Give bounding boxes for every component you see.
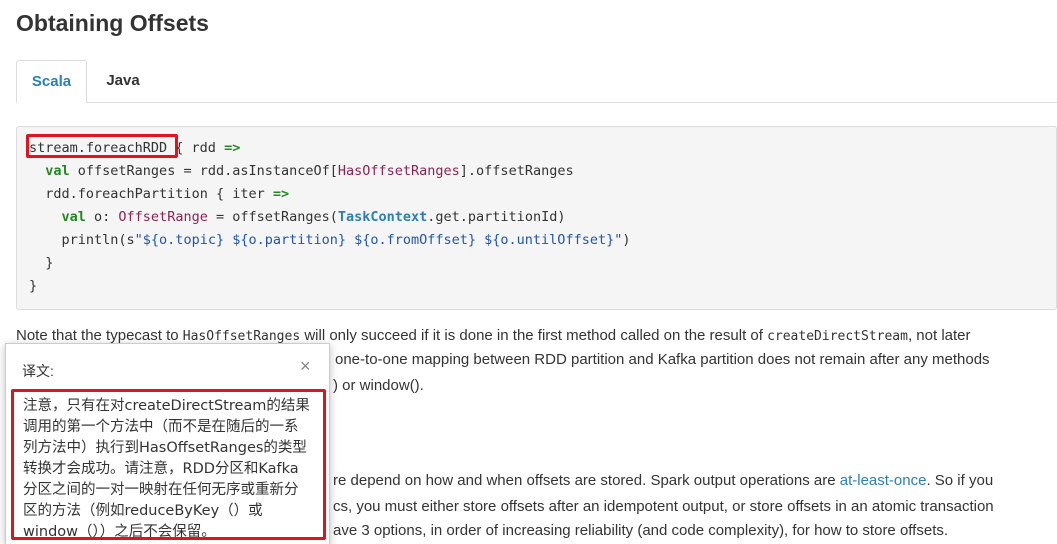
paragraph-semantics-line-3: ave 3 options, in order of increasing re… bbox=[333, 522, 949, 539]
tab-scala[interactable]: Scala bbox=[16, 60, 87, 103]
code-block: stream.foreachRDD { rdd => val offsetRan… bbox=[16, 126, 1057, 310]
translation-line: 列方法中）执行到HasOffsetRanges的类型 bbox=[23, 440, 307, 456]
code-line-3: rdd.foreachPartition { iter => bbox=[45, 186, 290, 202]
code-line-6: } bbox=[45, 255, 54, 271]
paragraph-semantics-line-1: re depend on how and when offsets are st… bbox=[333, 472, 994, 489]
translation-line: 调用的第一个方法中（而不是在随后的一系 bbox=[23, 419, 299, 435]
translation-highlight-box: 注意，只有在对createDirectStream的结果 调用的第一个方法中（而… bbox=[11, 389, 326, 540]
paragraph-semantics-line-2: cs, you must either store offsets after … bbox=[333, 498, 994, 515]
code-foreachrdd: stream.foreachRDD bbox=[29, 140, 168, 156]
code-line-7: } bbox=[29, 278, 38, 294]
close-icon[interactable]: × bbox=[300, 356, 311, 376]
translation-popup: 译文: × 注意，只有在对createDirectStream的结果 调用的第一… bbox=[5, 343, 330, 544]
translation-line: 转换才会成功。请注意，RDD分区和Kafka bbox=[23, 461, 299, 477]
paragraph-typecast-line-2: one-to-one mapping between RDD partition… bbox=[335, 351, 990, 368]
translation-line: 分区之间的一对一映射在任何无序或重新分 bbox=[23, 482, 299, 498]
popup-title: 译文: bbox=[22, 363, 54, 379]
translation-line: 区的方法（例如reduceByKey（）或 bbox=[23, 503, 263, 519]
code-line-1: stream.foreachRDD { rdd => bbox=[29, 140, 241, 156]
at-least-once-link[interactable]: at-least-once bbox=[840, 472, 927, 489]
language-tabs: Scala Java bbox=[16, 60, 1057, 103]
code-line-2: val offsetRanges = rdd.asInstanceOf[HasO… bbox=[45, 163, 574, 179]
code-line-5: println(s"${o.topic} ${o.partition} ${o.… bbox=[61, 232, 631, 248]
code-line-4: val o: OffsetRange = offsetRanges(TaskCo… bbox=[61, 209, 566, 225]
translation-text: 注意，只有在对createDirectStream的结果 调用的第一个方法中（而… bbox=[23, 396, 315, 543]
page-title: Obtaining Offsets bbox=[16, 10, 209, 36]
translation-line: 注意，只有在对createDirectStream的结果 bbox=[23, 398, 310, 414]
paragraph-typecast-line-3: ) or window(). bbox=[333, 377, 424, 394]
tab-java[interactable]: Java bbox=[94, 60, 152, 102]
translation-line: window（））之后不会保留。 bbox=[23, 524, 216, 540]
